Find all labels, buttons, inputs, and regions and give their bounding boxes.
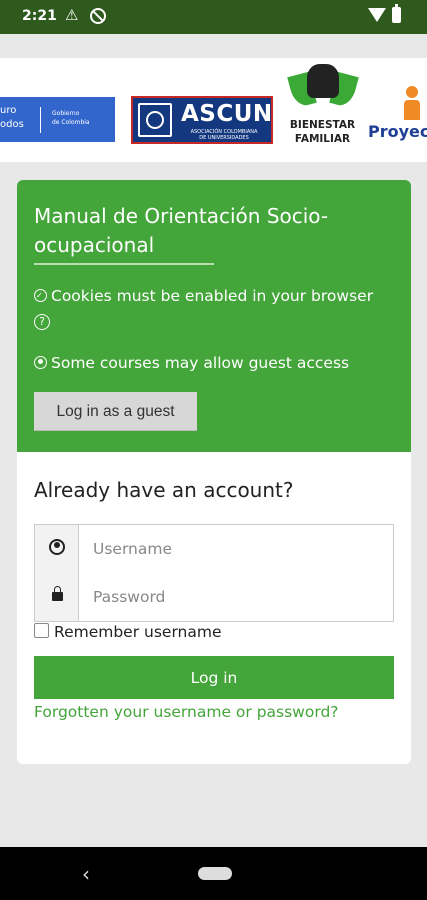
- remember-username[interactable]: Remember username: [34, 623, 222, 641]
- partner-logos-banner: uro odos Gobierno de Colombia ASCUN ASOCIA…: [0, 58, 427, 162]
- ascun-logo: ASCUN ASOCIACIÓN COLOMBIANA DE UNIVERSIDA…: [131, 96, 273, 144]
- login-heading: Already have an account?: [34, 478, 294, 502]
- bienestar-line2: FAMILIAR: [294, 133, 351, 145]
- check-circle-icon: [34, 289, 47, 302]
- bienestar-line1: BIENESTAR: [289, 119, 356, 131]
- gov-logo-text-3: Gobierno: [52, 110, 80, 117]
- login-info-panel: Manual de Orientación Socio-ocupacional …: [17, 180, 411, 452]
- login-card: Manual de Orientación Socio-ocupacional …: [17, 180, 411, 764]
- password-input[interactable]: [79, 573, 393, 621]
- gov-logo-text-4: de Colombia: [52, 119, 90, 126]
- status-time: 2:21: [22, 8, 57, 24]
- help-icon[interactable]: ?: [34, 314, 50, 330]
- proyecto-logo: Proyec: [368, 86, 427, 146]
- cookies-notice: Cookies must be enabled in your browser …: [34, 284, 394, 332]
- password-row: [35, 573, 393, 621]
- wifi-icon: [368, 8, 386, 22]
- proyecto-text: Proyec: [368, 122, 427, 141]
- forgot-password-link[interactable]: Forgotten your username or password?: [34, 703, 339, 721]
- battery-icon: [392, 4, 401, 23]
- guest-notice: Some courses may allow guest access: [34, 351, 394, 375]
- bienestar-familiar-logo: BIENESTAR FAMILIAR: [285, 62, 360, 154]
- remember-label: Remember username: [54, 623, 222, 641]
- family-icon: [307, 64, 339, 98]
- ascun-name: ASCUN: [181, 101, 273, 127]
- ascun-mark-icon: [138, 103, 172, 137]
- username-addon: [35, 525, 79, 573]
- title-divider: [34, 263, 214, 265]
- home-pill-icon[interactable]: [198, 867, 232, 880]
- course-title: Manual de Orientación Socio-ocupacional: [34, 204, 329, 257]
- guest-login-button[interactable]: Log in as a guest: [34, 392, 197, 430]
- data-saver-icon: [90, 8, 106, 24]
- password-addon: [35, 573, 79, 621]
- cookies-notice-text: Cookies must be enabled in your browser: [51, 287, 374, 305]
- login-form: [34, 524, 394, 622]
- user-icon: [49, 539, 65, 555]
- back-icon[interactable]: ‹: [82, 862, 90, 886]
- username-input[interactable]: [79, 525, 393, 573]
- ascun-subtitle-2: DE UNIVERSIDADES: [199, 135, 249, 141]
- gov-colombia-logo: uro odos Gobierno de Colombia: [0, 97, 115, 142]
- username-row: [35, 525, 393, 574]
- alert-icon: ⚠: [65, 6, 79, 24]
- status-bar: 2:21 ⚠: [0, 0, 427, 34]
- login-button[interactable]: Log in: [34, 656, 394, 699]
- remember-checkbox[interactable]: [34, 623, 49, 638]
- gov-logo-text-1: uro: [0, 105, 17, 116]
- lock-icon: [52, 586, 63, 601]
- user-circle-icon: [34, 356, 47, 369]
- android-nav-bar: ‹: [0, 847, 427, 900]
- guest-notice-text: Some courses may allow guest access: [51, 354, 350, 372]
- person-icon: [406, 86, 418, 98]
- gov-logo-text-2: odos: [0, 119, 24, 130]
